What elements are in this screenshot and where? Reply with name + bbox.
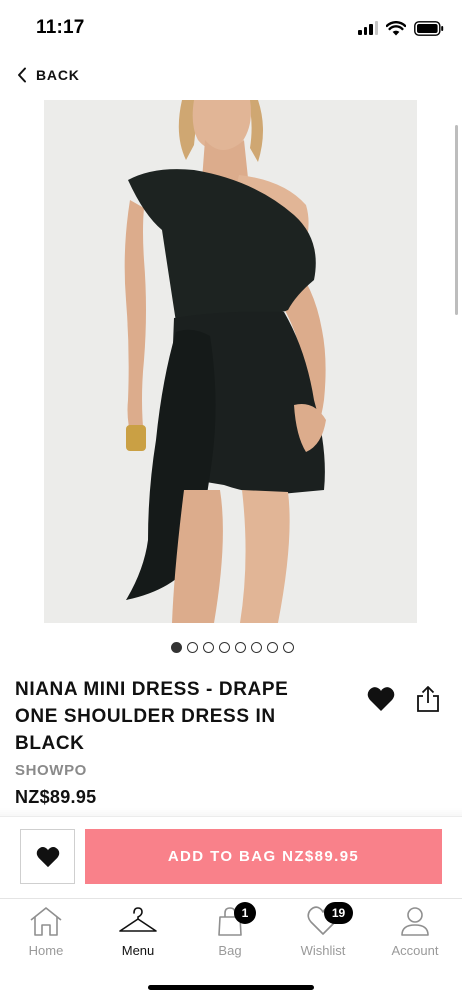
product-image[interactable] — [44, 100, 417, 623]
carousel-dot[interactable] — [282, 642, 294, 653]
status-icons — [358, 19, 444, 37]
product-price: NZ$89.95 — [15, 787, 97, 807]
carousel-dot[interactable] — [186, 642, 198, 653]
tab-wishlist[interactable]: 19 Wishlist — [283, 902, 363, 969]
brand-name[interactable]: SHOWPO — [15, 762, 87, 779]
back-button[interactable]: BACK — [16, 63, 80, 87]
tab-menu[interactable]: Menu — [98, 905, 178, 969]
bag-count-badge: 1 — [234, 902, 256, 924]
status-time: 11:17 — [36, 17, 85, 38]
tab-bag[interactable]: 1 Bag — [190, 902, 270, 969]
add-to-bag-button[interactable]: ADD TO BAG NZ$89.95 — [85, 829, 442, 884]
person-icon — [401, 907, 429, 936]
scroll-indicator[interactable] — [455, 125, 458, 315]
battery-icon — [414, 20, 444, 36]
product-title: NIANA MINI DRESS - DRAPE ONE SHOULDER DR… — [15, 679, 289, 754]
carousel-dot[interactable] — [266, 642, 278, 653]
tab-label: Bag — [218, 943, 242, 958]
carousel-dot[interactable] — [202, 642, 214, 653]
carousel-dot[interactable] — [218, 642, 230, 653]
wifi-icon — [386, 20, 406, 35]
chevron-left-icon — [18, 67, 26, 83]
carousel-dots[interactable] — [0, 642, 462, 654]
home-indicator[interactable] — [148, 985, 314, 990]
heart-filled-icon — [36, 846, 59, 867]
carousel-dot[interactable] — [250, 642, 262, 653]
tab-label: Menu — [121, 943, 155, 958]
heart-filled-icon[interactable] — [367, 686, 395, 712]
tab-label: Account — [391, 943, 439, 958]
wishlist-count-badge: 19 — [324, 902, 353, 924]
share-icon[interactable] — [414, 684, 442, 714]
add-to-wishlist-button[interactable] — [20, 829, 75, 884]
back-label: BACK — [36, 67, 80, 83]
carousel-dot[interactable] — [234, 642, 246, 653]
home-icon — [30, 907, 62, 936]
tab-label: Wishlist — [300, 943, 346, 958]
tab-home[interactable]: Home — [6, 905, 86, 969]
hanger-icon — [119, 907, 157, 932]
action-bar: ADD TO BAG NZ$89.95 — [0, 816, 462, 898]
carousel-dot[interactable] — [170, 642, 182, 653]
status-bar: 11:17 — [0, 0, 462, 56]
cellular-signal-icon — [358, 21, 378, 35]
tab-label: Home — [28, 943, 64, 958]
product-photo — [44, 100, 417, 623]
tab-account[interactable]: Account — [375, 905, 455, 969]
